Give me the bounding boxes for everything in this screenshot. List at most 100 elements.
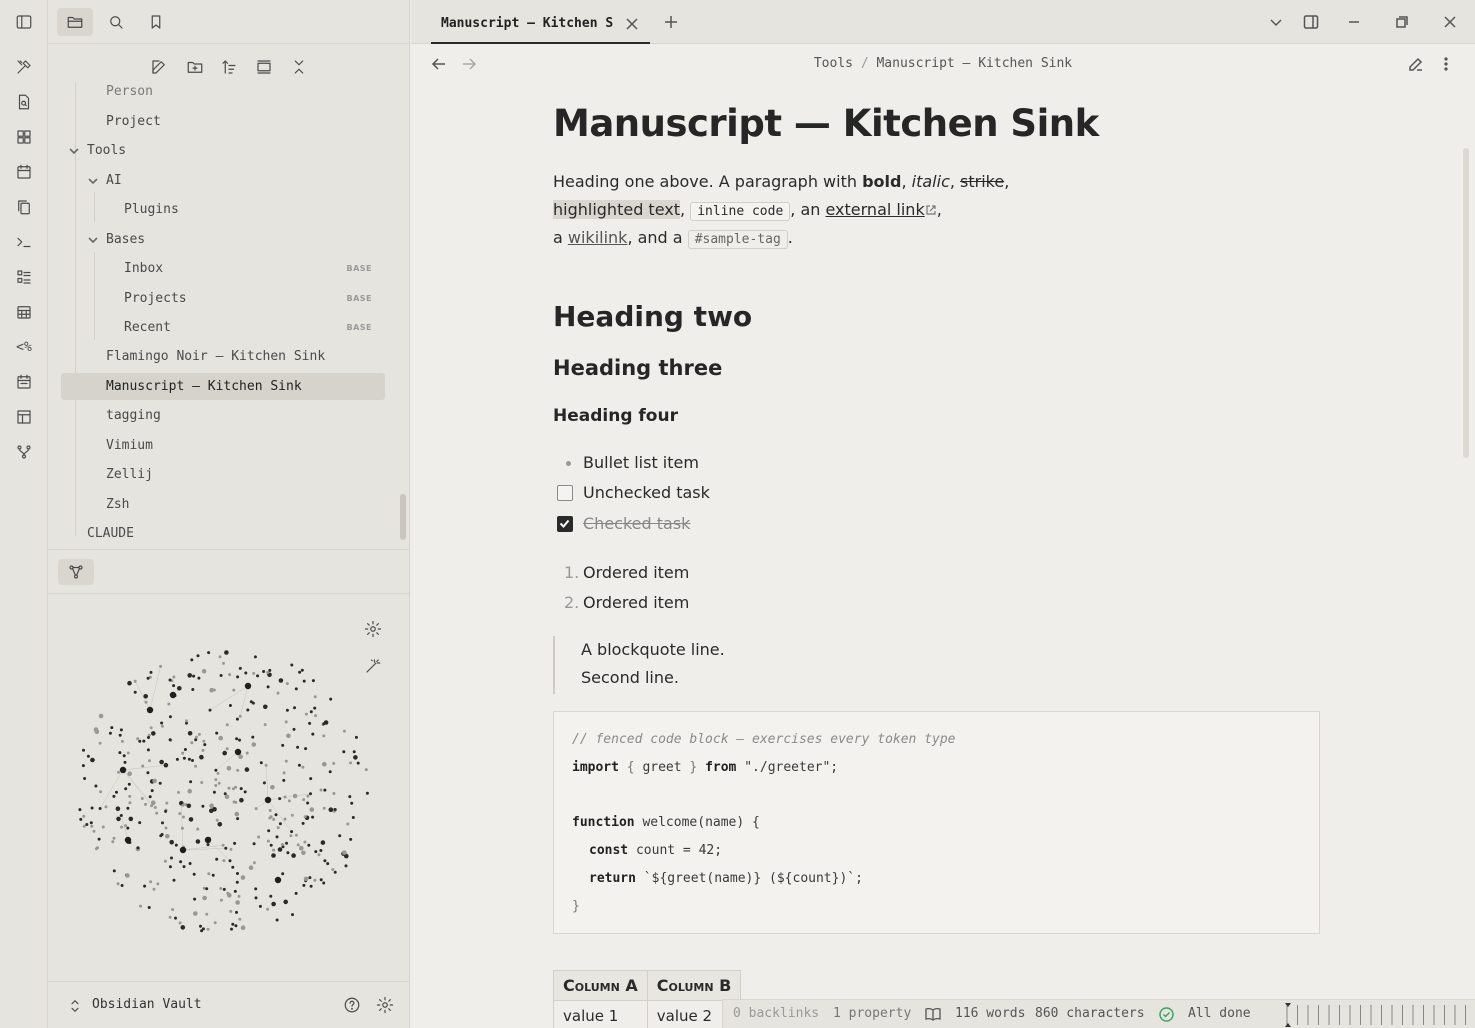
tab-manuscript[interactable]: Manuscript — Kitchen Sink bbox=[431, 6, 650, 44]
file-explorer-toolbar bbox=[48, 52, 410, 82]
copy-icon[interactable] bbox=[12, 195, 36, 219]
tree-item-tagging[interactable]: tagging bbox=[106, 402, 406, 429]
backlinks-count[interactable]: 0 backlinks bbox=[733, 1006, 819, 1021]
bullet-text: Bullet list item bbox=[583, 453, 699, 472]
breadcrumb-folder[interactable]: Tools bbox=[814, 56, 853, 71]
italic-text: italic bbox=[911, 172, 950, 191]
task-text: Unchecked task bbox=[583, 483, 710, 502]
auto-reveal-icon[interactable] bbox=[253, 56, 275, 78]
tree-folder-bases[interactable]: Bases bbox=[87, 226, 387, 253]
external-link[interactable]: external link bbox=[825, 200, 924, 219]
editor-scrollbar[interactable] bbox=[1463, 148, 1469, 458]
tree-folder-tools[interactable]: Tools bbox=[68, 137, 388, 164]
editor-area: Manuscript — Kitchen Sink Tools / Manusc… bbox=[411, 0, 1475, 1028]
tree-item-project[interactable]: Project bbox=[106, 108, 406, 135]
tree-item-flamingo-noir[interactable]: Flamingo Noir — Kitchen Sink bbox=[106, 343, 406, 370]
new-tab-icon[interactable] bbox=[661, 12, 681, 32]
calendar-grid-icon[interactable] bbox=[12, 300, 36, 324]
tree-item-vimium[interactable]: Vimium bbox=[106, 432, 406, 459]
minimize-icon[interactable] bbox=[1344, 12, 1364, 32]
find-file-icon[interactable] bbox=[12, 90, 36, 114]
tree-item-inbox[interactable]: Inbox BASE bbox=[124, 255, 410, 282]
breadcrumb-separator: / bbox=[860, 56, 869, 71]
calendar-icon[interactable] bbox=[12, 160, 36, 184]
highlighted-text: highlighted text bbox=[553, 200, 681, 219]
tag[interactable]: #sample-tag bbox=[687, 230, 788, 249]
tree-item-recent[interactable]: Recent BASE bbox=[124, 314, 410, 341]
help-icon[interactable] bbox=[343, 996, 361, 1014]
tree-item-plugins[interactable]: Plugins bbox=[124, 196, 384, 223]
base-badge: BASE bbox=[346, 264, 372, 273]
inline-code: inline code bbox=[690, 202, 791, 221]
files-tab[interactable] bbox=[57, 8, 93, 36]
bullet-list-item: Bullet list item bbox=[553, 453, 953, 473]
close-tab-icon[interactable] bbox=[622, 14, 642, 34]
code-comment: // fenced code block — exercises every t… bbox=[572, 732, 956, 747]
git-icon[interactable] bbox=[12, 440, 36, 464]
table-cell[interactable]: value 1 bbox=[553, 1000, 648, 1028]
close-window-icon[interactable] bbox=[1440, 12, 1460, 32]
note-title: Manuscript — Kitchen Sink bbox=[553, 102, 1099, 145]
reading-icon[interactable] bbox=[925, 1007, 941, 1021]
graph-view[interactable] bbox=[68, 640, 388, 940]
table-icon[interactable] bbox=[12, 405, 36, 429]
character-count: 860 characters bbox=[1035, 1006, 1145, 1021]
properties-count[interactable]: 1 property bbox=[833, 1006, 911, 1021]
daily-notes-icon[interactable] bbox=[12, 370, 36, 394]
paragraph-line-1: Heading one above. A paragraph with bold… bbox=[553, 172, 1010, 191]
tree-folder-ai[interactable]: AI bbox=[87, 167, 387, 194]
toggle-right-sidebar-icon[interactable] bbox=[1301, 12, 1321, 32]
terminal-icon[interactable] bbox=[12, 230, 36, 254]
sort-icon[interactable] bbox=[218, 56, 240, 78]
chevron-updown-icon bbox=[66, 997, 84, 1015]
code-block[interactable]: // fenced code block — exercises every t… bbox=[553, 711, 1320, 934]
chevron-down-icon bbox=[87, 234, 99, 246]
tools-icon[interactable] bbox=[12, 55, 36, 79]
task-checkbox[interactable] bbox=[557, 485, 573, 501]
task-checked: Checked task bbox=[553, 514, 953, 534]
chevron-down-icon bbox=[87, 175, 99, 187]
wikilink[interactable]: wikilink bbox=[568, 228, 628, 247]
task-checkbox-checked[interactable] bbox=[557, 516, 573, 532]
toggle-sidebar-icon[interactable] bbox=[12, 10, 36, 34]
markdown-table: Column A Column B value 1 value 2 bbox=[553, 970, 742, 1028]
table-header[interactable]: Column A bbox=[553, 970, 648, 1001]
tree-item-zellij[interactable]: Zellij bbox=[106, 461, 406, 488]
tree-item-person[interactable]: Person bbox=[106, 82, 406, 105]
graph-settings-icon[interactable] bbox=[364, 620, 382, 638]
templater-icon[interactable]: <% bbox=[12, 335, 36, 359]
vault-name[interactable]: Obsidian Vault bbox=[92, 997, 202, 1012]
new-folder-icon[interactable] bbox=[184, 56, 206, 78]
vault-switcher[interactable]: Obsidian Vault bbox=[48, 981, 410, 1028]
bookmarks-tab[interactable] bbox=[138, 8, 174, 36]
ordered-item: 2. Ordered item bbox=[553, 593, 953, 613]
sync-status[interactable]: All done bbox=[1188, 1006, 1251, 1021]
tab-list-chevron-icon[interactable] bbox=[1266, 12, 1286, 32]
table-header[interactable]: Column B bbox=[646, 970, 742, 1001]
tree-item-manuscript[interactable]: Manuscript — Kitchen Sink bbox=[61, 373, 385, 400]
tree-item-zsh[interactable]: Zsh bbox=[106, 491, 406, 518]
settings-icon[interactable] bbox=[376, 996, 394, 1014]
collapse-all-icon[interactable] bbox=[288, 56, 310, 78]
code-line: return `${greet(name)} (${count})`; bbox=[589, 871, 863, 886]
paragraph-line-2: highlighted text, inline code, an extern… bbox=[553, 196, 942, 226]
ordered-number: 1. bbox=[564, 563, 580, 582]
search-tab[interactable] bbox=[98, 8, 134, 36]
restore-icon[interactable] bbox=[1392, 12, 1412, 32]
new-note-icon[interactable] bbox=[148, 56, 170, 78]
edit-mode-icon[interactable] bbox=[1406, 54, 1426, 74]
file-tree-scrollbar[interactable] bbox=[400, 494, 406, 540]
more-options-icon[interactable] bbox=[1436, 54, 1456, 74]
timeline-ruler[interactable] bbox=[1275, 1001, 1475, 1028]
local-graph-tab[interactable] bbox=[58, 559, 94, 585]
task-text: Checked task bbox=[583, 514, 691, 533]
sync-check-icon[interactable] bbox=[1159, 1007, 1174, 1022]
tree-item-claude[interactable]: CLAUDE bbox=[87, 520, 387, 547]
grid-icon[interactable] bbox=[12, 125, 36, 149]
list-icon[interactable] bbox=[12, 265, 36, 289]
tree-item-projects[interactable]: Projects BASE bbox=[124, 285, 410, 312]
heading-two: Heading two bbox=[553, 300, 753, 333]
paragraph-line-3: a wikilink, and a #sample-tag. bbox=[553, 228, 793, 249]
breadcrumb-file[interactable]: Manuscript — Kitchen Sink bbox=[876, 56, 1072, 71]
ordered-item: 1. Ordered item bbox=[553, 563, 953, 583]
